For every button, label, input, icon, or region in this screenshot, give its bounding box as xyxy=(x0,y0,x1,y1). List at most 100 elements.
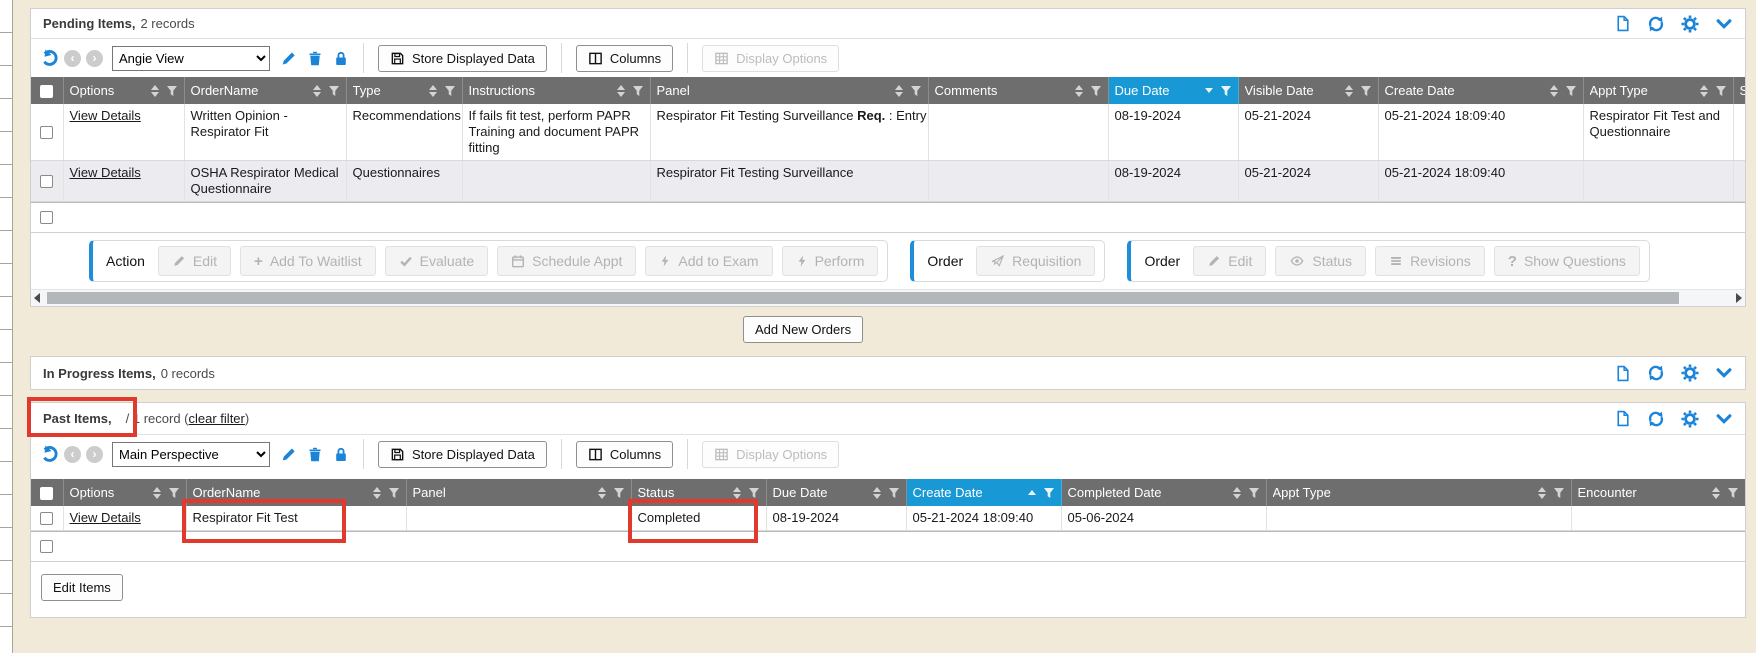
filter-icon[interactable] xyxy=(1220,85,1232,97)
column-header-panel[interactable]: Panel xyxy=(650,77,928,104)
order-status-button[interactable]: Status xyxy=(1275,246,1366,276)
chevron-down-icon[interactable] xyxy=(1715,410,1733,428)
display-options-button[interactable]: Display Options xyxy=(702,45,839,72)
column-header-visible-date[interactable]: Visible Date xyxy=(1238,77,1378,104)
gear-icon[interactable] xyxy=(1681,15,1699,33)
filter-icon[interactable] xyxy=(1090,85,1102,97)
sort-icon[interactable] xyxy=(429,85,437,97)
sort-icon[interactable] xyxy=(153,487,161,499)
filter-icon[interactable] xyxy=(910,85,922,97)
column-header-appt-type[interactable]: Appt Type xyxy=(1583,77,1733,104)
sort-icon[interactable] xyxy=(617,85,625,97)
display-options-button[interactable]: Display Options xyxy=(702,441,839,468)
column-header-status[interactable]: Status xyxy=(631,479,766,506)
document-icon[interactable] xyxy=(1614,15,1631,32)
evaluate-button[interactable]: Evaluate xyxy=(385,246,488,276)
sort-icon[interactable] xyxy=(373,487,381,499)
column-header-encounter[interactable]: Encounter xyxy=(1571,479,1745,506)
footer-select-checkbox[interactable] xyxy=(40,540,53,553)
sort-icon[interactable] xyxy=(313,85,321,97)
gear-icon[interactable] xyxy=(1681,410,1699,428)
column-header-due-date[interactable]: Due Date xyxy=(1108,77,1238,104)
edit-button[interactable]: Edit xyxy=(158,246,231,276)
document-icon[interactable] xyxy=(1614,410,1631,427)
filter-icon[interactable] xyxy=(1248,487,1260,499)
column-header-create-date[interactable]: Create Date xyxy=(1378,77,1583,104)
lock-icon[interactable] xyxy=(333,446,349,463)
filter-icon[interactable] xyxy=(444,85,456,97)
sort-icon[interactable] xyxy=(873,487,881,499)
view-perspective-select[interactable]: Angie View xyxy=(112,46,270,71)
gear-icon[interactable] xyxy=(1681,364,1699,382)
sort-icon[interactable] xyxy=(895,85,903,97)
filter-icon[interactable] xyxy=(888,487,900,499)
columns-button[interactable]: Columns xyxy=(576,441,673,468)
document-icon[interactable] xyxy=(1614,365,1631,382)
column-header-status-clipped[interactable]: Status xyxy=(1733,77,1745,104)
filter-icon[interactable] xyxy=(632,85,644,97)
row-checkbox[interactable] xyxy=(40,512,53,525)
view-perspective-select[interactable]: Main Perspective xyxy=(112,442,270,467)
prev-icon[interactable]: ‹ xyxy=(64,50,81,67)
show-questions-button[interactable]: ?Show Questions xyxy=(1494,246,1640,276)
sort-icon[interactable] xyxy=(1550,85,1558,97)
filter-icon[interactable] xyxy=(1360,85,1372,97)
column-header-instructions[interactable]: Instructions xyxy=(462,77,650,104)
order-revisions-button[interactable]: Revisions xyxy=(1375,246,1485,276)
sort-icon[interactable] xyxy=(598,487,606,499)
add-new-orders-button[interactable]: Add New Orders xyxy=(743,316,863,343)
requisition-button[interactable]: Requisition xyxy=(976,246,1095,276)
column-header-completed-date[interactable]: Completed Date xyxy=(1061,479,1266,506)
filter-icon[interactable] xyxy=(1715,85,1727,97)
footer-select-checkbox[interactable] xyxy=(40,211,53,224)
sort-icon[interactable] xyxy=(1700,85,1708,97)
pencil-icon[interactable] xyxy=(280,446,297,463)
filter-icon[interactable] xyxy=(613,487,625,499)
filter-icon[interactable] xyxy=(328,85,340,97)
undo-icon[interactable] xyxy=(39,48,59,68)
filter-icon[interactable] xyxy=(388,487,400,499)
filter-icon[interactable] xyxy=(166,85,178,97)
store-displayed-data-button[interactable]: Store Displayed Data xyxy=(378,45,547,72)
column-header-options[interactable]: Options xyxy=(63,77,184,104)
column-header-order-name[interactable]: OrderName xyxy=(184,77,346,104)
column-header-order-name[interactable]: OrderName xyxy=(186,479,406,506)
filter-icon[interactable] xyxy=(748,487,760,499)
scroll-right-arrow[interactable] xyxy=(1736,293,1742,303)
refresh-icon[interactable] xyxy=(1647,364,1665,382)
view-details-link[interactable]: View Details xyxy=(70,510,141,525)
store-displayed-data-button[interactable]: Store Displayed Data xyxy=(378,441,547,468)
refresh-icon[interactable] xyxy=(1647,410,1665,428)
row-checkbox[interactable] xyxy=(40,175,53,188)
trash-icon[interactable] xyxy=(307,50,323,67)
sort-icon[interactable] xyxy=(1712,487,1720,499)
row-checkbox[interactable] xyxy=(40,126,53,139)
filter-icon[interactable] xyxy=(1043,487,1055,499)
refresh-icon[interactable] xyxy=(1647,15,1665,33)
filter-icon[interactable] xyxy=(1553,487,1565,499)
next-icon[interactable]: › xyxy=(86,446,103,463)
select-all-checkbox[interactable] xyxy=(40,85,53,98)
filter-icon[interactable] xyxy=(1727,487,1739,499)
schedule-appt-button[interactable]: Schedule Appt xyxy=(497,246,636,276)
sort-icon[interactable] xyxy=(1233,487,1241,499)
pencil-icon[interactable] xyxy=(280,50,297,67)
trash-icon[interactable] xyxy=(307,446,323,463)
sort-desc-icon[interactable] xyxy=(1205,88,1213,93)
view-details-link[interactable]: View Details xyxy=(70,108,141,123)
chevron-down-icon[interactable] xyxy=(1715,364,1733,382)
column-header-create-date[interactable]: Create Date xyxy=(906,479,1061,506)
sort-asc-icon[interactable] xyxy=(1028,490,1036,495)
undo-icon[interactable] xyxy=(39,444,59,464)
prev-icon[interactable]: ‹ xyxy=(64,446,81,463)
select-all-checkbox[interactable] xyxy=(40,487,53,500)
next-icon[interactable]: › xyxy=(86,50,103,67)
horizontal-scrollbar[interactable] xyxy=(31,289,1745,306)
column-header-options[interactable]: Options xyxy=(63,479,186,506)
scroll-left-arrow[interactable] xyxy=(34,293,40,303)
add-to-waitlist-button[interactable]: +Add To Waitlist xyxy=(240,246,376,276)
sort-icon[interactable] xyxy=(1075,85,1083,97)
columns-button[interactable]: Columns xyxy=(576,45,673,72)
chevron-down-icon[interactable] xyxy=(1715,15,1733,33)
column-header-comments[interactable]: Comments xyxy=(928,77,1108,104)
